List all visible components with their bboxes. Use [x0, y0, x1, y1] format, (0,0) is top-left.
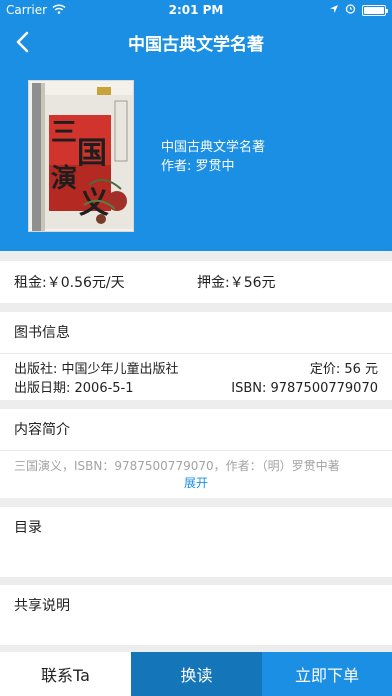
share-title: 共享说明 [14, 598, 70, 614]
carrier-label: Carrier [6, 3, 48, 17]
book-author: 作者: 罗贯中 [161, 159, 235, 174]
book-info-rows: 出版社: 中国少年儿童出版社 定价: 56 元 出版日期: 2006-5-1 I… [0, 354, 392, 398]
status-bar: Carrier 2:01 PM [0, 0, 392, 20]
location-arrow-icon [329, 3, 339, 17]
book-series: 中国古典文学名著 [161, 140, 266, 155]
intro-text: 三国演义，ISBN：9787500779070，作者：（明）罗贯中著 [14, 459, 340, 473]
book-cover-image[interactable]: 三 国 演 义 [28, 80, 134, 232]
rent-label: 租金: [14, 275, 47, 291]
deposit-value: ￥56元 [229, 275, 276, 291]
deposit-label: 押金: [197, 275, 230, 291]
battery-level [364, 6, 384, 14]
publish-date: 出版日期: 2006-5-1 [14, 381, 134, 396]
status-right [329, 3, 388, 17]
rent-value: ￥0.56元/天 [46, 275, 125, 291]
wifi-icon [52, 3, 66, 17]
book-info-title: 图书信息 [0, 312, 392, 354]
contact-button[interactable]: 联系Ta [0, 652, 131, 696]
bottom-action-bar: 联系Ta 换读 立即下单 [0, 652, 392, 696]
isbn: ISBN: 9787500779070 [231, 381, 378, 396]
svg-text:演: 演 [51, 163, 77, 194]
svg-text:三: 三 [51, 118, 77, 148]
rent-item: 租金: ￥0.56元/天 [14, 272, 125, 292]
toc-section[interactable]: 目录 [0, 507, 392, 577]
intro-section: 内容简介 三国演义，ISBN：9787500779070，作者：（明）罗贯中著 … [0, 409, 392, 498]
book-meta: 中国古典文学名著 作者: 罗贯中 [161, 138, 265, 176]
order-now-button[interactable]: 立即下单 [262, 652, 392, 696]
info-row: 出版日期: 2006-5-1 ISBN: 9787500779070 [14, 379, 378, 398]
status-left: Carrier [6, 3, 66, 17]
deposit-item: 押金: ￥56元 [197, 272, 276, 292]
expand-link[interactable]: 展开 [0, 475, 392, 491]
battery-icon [362, 4, 388, 16]
alarm-clock-icon [345, 3, 356, 17]
navigation-bar: 中国古典文学名著 [0, 20, 392, 64]
intro-title: 内容简介 [0, 409, 392, 451]
info-row: 出版社: 中国少年儿童出版社 定价: 56 元 [14, 360, 378, 379]
book-info-section: 图书信息 出版社: 中国少年儿童出版社 定价: 56 元 出版日期: 2006-… [0, 312, 392, 400]
swap-read-button[interactable]: 换读 [131, 652, 262, 696]
toc-title: 目录 [14, 520, 42, 536]
back-button[interactable] [6, 26, 38, 58]
svg-text:国: 国 [77, 136, 107, 171]
chevron-left-icon [16, 31, 29, 53]
share-section[interactable]: 共享说明 [0, 585, 392, 645]
book-header: 三 国 演 义 中国古典文学名著 作者: 罗贯中 [0, 64, 392, 251]
rent-row: 租金: ￥0.56元/天 押金: ￥56元 [0, 261, 392, 303]
page-title: 中国古典文学名著 [128, 34, 264, 55]
publisher: 出版社: 中国少年儿童出版社 [14, 362, 179, 377]
price: 定价: 56 元 [309, 362, 378, 377]
